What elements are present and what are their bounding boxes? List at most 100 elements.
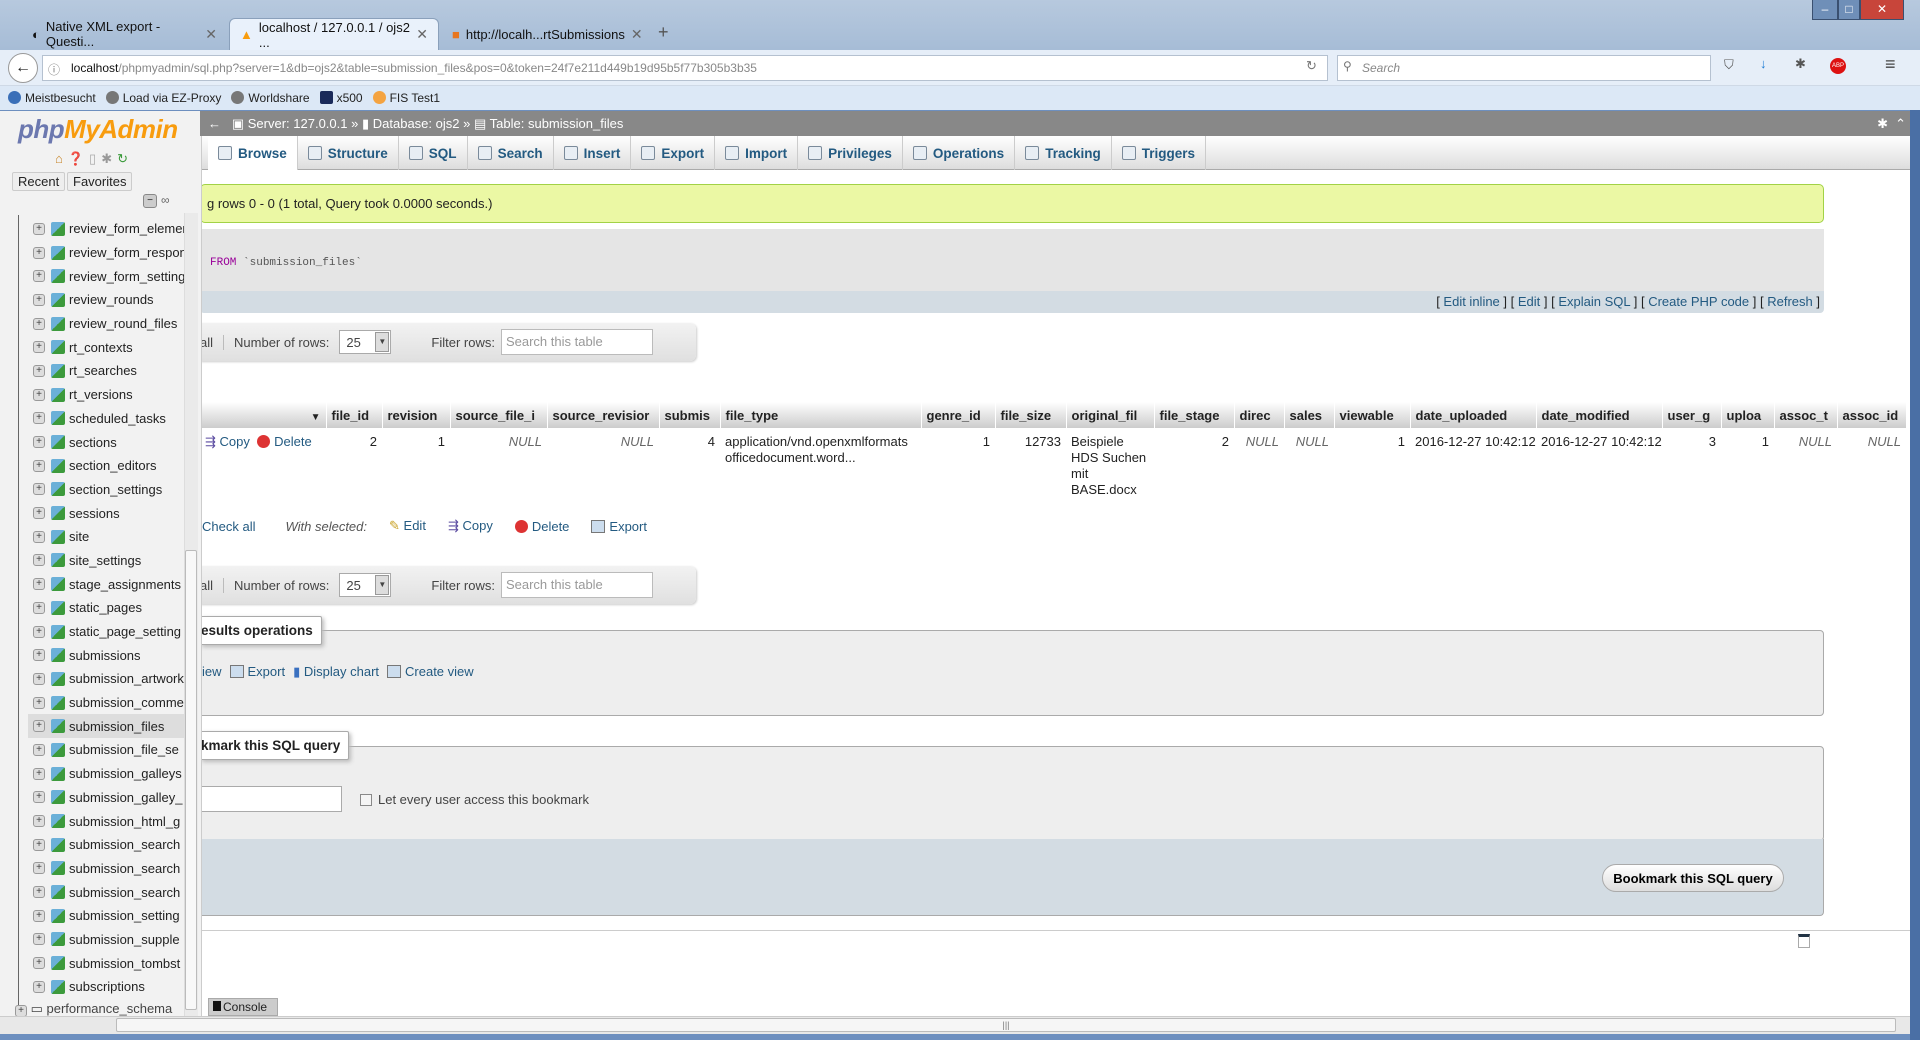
expand-icon[interactable]: + [33, 317, 45, 330]
row-copy-button[interactable]: ⇶ Copy [205, 434, 250, 449]
filter-rows-input[interactable]: Search this table [500, 329, 653, 355]
browser-tab-active[interactable]: ▲ localhost / 127.0.0.1 / ojs2 ... ✕ [229, 18, 439, 50]
expand-icon[interactable]: + [33, 507, 45, 520]
gear-icon[interactable]: ✱ [1795, 56, 1806, 72]
table-cell[interactable]: application/vnd.openxmlformats officedoc… [720, 428, 921, 504]
new-tab-button[interactable]: + [658, 22, 669, 43]
bookmark-query-button[interactable]: Bookmark this SQL query [1602, 864, 1784, 892]
expand-icon[interactable]: + [33, 246, 45, 259]
close-tab-icon[interactable]: ✕ [205, 26, 217, 43]
column-header[interactable]: uploa [1721, 402, 1775, 428]
close-window-button[interactable]: ✕ [1860, 0, 1904, 20]
column-header[interactable]: direc [1234, 402, 1285, 428]
tab-export[interactable]: Export [631, 136, 716, 170]
table-cell[interactable]: NULL [450, 428, 547, 504]
table-cell[interactable]: 1 [921, 428, 995, 504]
sidebar-table-item[interactable]: + rt_searches [28, 359, 184, 383]
expand-icon[interactable]: + [33, 270, 45, 283]
expand-icon[interactable]: + [33, 554, 45, 567]
bulk-delete-button[interactable]: Delete [514, 519, 569, 534]
close-tab-icon[interactable]: ✕ [416, 26, 428, 43]
table-cell[interactable]: NULL [1234, 428, 1284, 504]
breadcrumb-table[interactable]: Table: submission_files [490, 116, 624, 131]
column-header[interactable]: revision [382, 402, 451, 428]
table-cell[interactable]: 1 [1721, 428, 1774, 504]
link-icon[interactable]: ∞ [161, 193, 170, 207]
filter-rows-input[interactable]: Search this table [500, 572, 653, 598]
create-view-link[interactable]: Create view [387, 664, 474, 680]
console-tab[interactable]: Console [208, 998, 278, 1016]
table-cell[interactable]: NULL [547, 428, 659, 504]
sql-link[interactable]: Explain SQL [1558, 294, 1630, 309]
close-tab-icon[interactable]: ✕ [631, 26, 643, 43]
sidebar-table-item[interactable]: + rt_versions [28, 383, 184, 407]
sidebar-table-item[interactable]: + submission_search [28, 833, 184, 857]
sidebar-table-item[interactable]: + submission_search [28, 880, 184, 904]
check-all[interactable]: Check all [202, 519, 255, 534]
column-header[interactable]: source_file_i [450, 402, 548, 428]
sql-link[interactable]: Edit inline [1443, 294, 1499, 309]
expand-icon[interactable]: + [33, 815, 45, 828]
favorites-button[interactable]: Favorites [67, 172, 133, 191]
collapse-arrow-icon[interactable]: ← [208, 116, 221, 131]
settings-icon[interactable]: ✱ [1877, 111, 1888, 136]
column-header[interactable]: file_size [995, 402, 1067, 428]
expand-icon[interactable]: + [33, 364, 45, 377]
tab-operations[interactable]: Operations [903, 136, 1016, 170]
sidebar-table-item[interactable]: + rt_contexts [28, 335, 184, 359]
rows-select[interactable]: 25 ▼ [339, 573, 392, 597]
sidebar-table-item[interactable]: + submission_files [28, 714, 184, 739]
sidebar-table-item[interactable]: + review_form_respon [28, 241, 184, 265]
expand-icon[interactable]: + [33, 672, 45, 685]
show-all[interactable]: all [202, 577, 225, 593]
table-cell[interactable]: 12733 [995, 428, 1066, 504]
export-link[interactable]: Export [229, 664, 285, 680]
expand-icon[interactable]: + [33, 957, 45, 970]
bulk-edit-button[interactable]: ✎ Edit [389, 518, 426, 534]
column-header[interactable]: date_modified [1536, 402, 1663, 428]
sidebar-table-item[interactable]: + sessions [28, 501, 184, 525]
sidebar-table-item[interactable]: + review_round_files [28, 312, 184, 336]
expand-icon[interactable]: + [33, 222, 45, 235]
expand-icon[interactable]: + [33, 791, 45, 804]
sidebar-table-item[interactable]: + scheduled_tasks [28, 407, 184, 431]
expand-icon[interactable]: + [33, 293, 45, 306]
table-cell[interactable]: 2016-12-27 10:42:12 [1536, 428, 1662, 504]
download-icon[interactable]: ↓ [1760, 56, 1767, 71]
browser-tab[interactable]: ■ http://localh...rtSubmissions ✕ [442, 18, 643, 50]
column-header[interactable]: original_fil [1066, 402, 1155, 428]
expand-icon[interactable]: + [33, 625, 45, 638]
table-cell[interactable]: 4 [659, 428, 720, 504]
table-cell[interactable]: Beispiele HDS Suchen mit BASE.docx [1066, 428, 1154, 504]
expand-icon[interactable]: + [33, 767, 45, 780]
sidebar-scroll-thumb[interactable] [185, 550, 197, 1010]
menu-icon[interactable]: ≡ [1885, 54, 1896, 75]
sidebar-table-item[interactable]: + submission_artwork [28, 667, 184, 691]
search-input[interactable]: Search [1337, 55, 1711, 81]
sidebar-table-item[interactable]: + submission_comme [28, 691, 184, 715]
tab-triggers[interactable]: Triggers [1112, 136, 1206, 170]
back-button[interactable]: ← [8, 53, 38, 83]
expand-icon[interactable]: + [33, 838, 45, 851]
url-input[interactable]: localhost/phpmyadmin/sql.php?server=1&db… [42, 55, 1328, 81]
recent-button[interactable]: Recent [12, 172, 66, 191]
sidebar-table-item[interactable]: + sections [28, 430, 184, 454]
table-cell[interactable]: 2 [326, 428, 382, 504]
column-header[interactable]: source_revisior [547, 402, 660, 428]
table-cell[interactable]: 3 [1662, 428, 1721, 504]
info-icon[interactable]: ⓘ [48, 61, 60, 78]
sidebar-table-item[interactable]: + review_form_setting [28, 264, 184, 288]
expand-icon[interactable]: + [33, 696, 45, 709]
sidebar-table-item[interactable]: + submission_tombst [28, 951, 184, 975]
sidebar-table-item[interactable]: + submission_galleys [28, 762, 184, 786]
table-cell[interactable]: NULL [1774, 428, 1837, 504]
sidebar-table-item[interactable]: + static_page_setting [28, 620, 184, 644]
sidebar-table-item[interactable]: + review_rounds [28, 288, 184, 312]
breadcrumb-server[interactable]: Server: 127.0.0.1 [248, 116, 348, 131]
column-header[interactable]: file_type [720, 402, 922, 428]
collapse-top-icon[interactable]: ⌃ [1895, 111, 1906, 136]
bookmark-item[interactable]: Meistbesucht [8, 91, 96, 105]
sidebar-table-item[interactable]: + submission_file_se [28, 738, 184, 762]
adblock-icon[interactable]: ABP [1830, 58, 1846, 74]
expand-icon[interactable]: + [33, 578, 45, 591]
